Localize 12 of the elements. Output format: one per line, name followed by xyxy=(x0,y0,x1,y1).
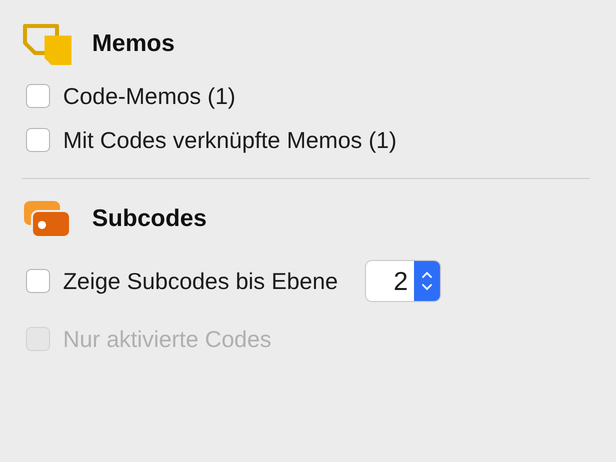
checkbox-label: Zeige Subcodes bis Ebene xyxy=(63,268,338,294)
stepper-arrows-icon[interactable] xyxy=(420,270,433,292)
checkbox[interactable] xyxy=(26,84,50,108)
checkbox[interactable] xyxy=(26,128,50,152)
tag-icon xyxy=(22,199,72,239)
checkbox-label: Code-Memos (1) xyxy=(63,82,236,110)
checkbox[interactable] xyxy=(26,269,50,293)
checkbox-label: Mit Codes verknüpfte Memos (1) xyxy=(63,126,397,154)
section-title: Subcodes xyxy=(92,205,207,233)
memo-icon xyxy=(22,23,72,65)
section-title: Memos xyxy=(92,30,175,58)
checkbox-label: Nur aktivierte Codes xyxy=(63,326,272,352)
